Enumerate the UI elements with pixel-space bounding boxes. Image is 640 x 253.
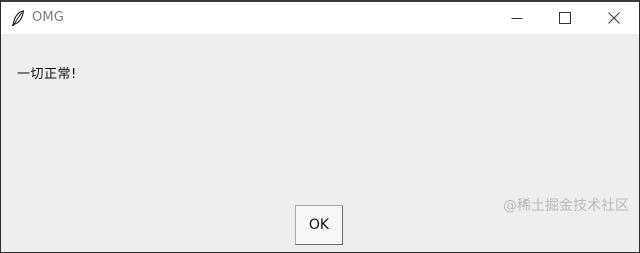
window-title: OMG (32, 10, 65, 25)
minimize-icon (511, 12, 523, 24)
feather-icon (11, 10, 25, 27)
close-button[interactable] (591, 2, 637, 34)
title-bar[interactable]: OMG (1, 2, 639, 34)
dialog-message: 一切正常! (17, 67, 77, 82)
dialog-window: OMG 一切正常! OK @稀土掘金技术社区 (0, 0, 640, 253)
ok-button[interactable]: OK (295, 205, 343, 245)
maximize-button[interactable] (542, 2, 588, 34)
watermark-text: @稀土掘金技术社区 (503, 198, 629, 214)
close-icon (608, 12, 620, 24)
maximize-icon (559, 12, 571, 24)
minimize-button[interactable] (494, 2, 540, 34)
dialog-body: 一切正常! OK (1, 34, 639, 252)
